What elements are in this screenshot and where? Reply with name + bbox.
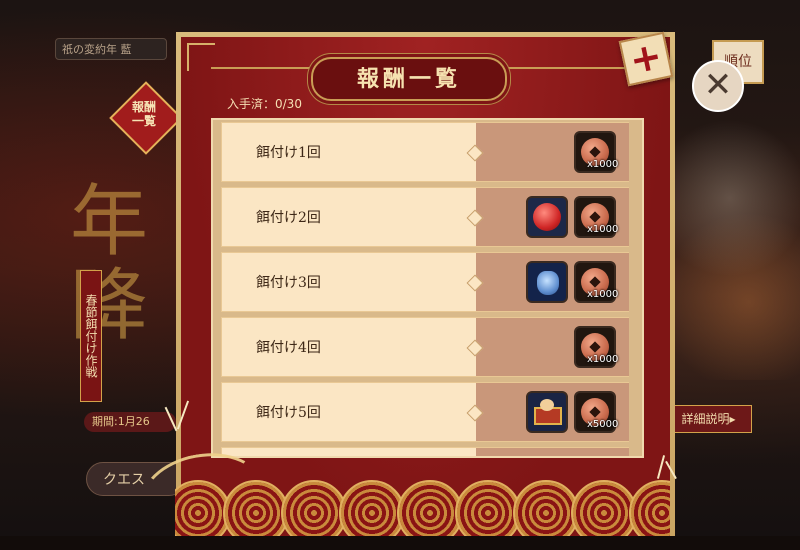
wave-ornament — [281, 480, 347, 536]
event-period-label: 期間:1月26 — [84, 412, 176, 432]
event-name-pill: 祇の変約年 藍 — [55, 38, 167, 60]
wave-ornament — [339, 480, 405, 536]
event-subtitle-banner: 春節餌付け作戦 — [80, 270, 102, 402]
blue-bag-icon[interactable] — [526, 261, 568, 303]
item-quantity: x1000 — [587, 159, 619, 170]
reward-row — [221, 447, 629, 458]
reward-row: 餌付け4回 x1000 — [221, 317, 629, 377]
close-icon: + — [625, 33, 666, 83]
wave-ornament — [629, 480, 670, 536]
wave-ornament — [571, 480, 637, 536]
reward-items: x1000 — [476, 123, 629, 181]
item-quantity: x5000 — [587, 419, 619, 430]
obtained-counter: 入手済：0/30 — [227, 97, 302, 111]
modal-body: 報酬一覧 入手済：0/30 餌付け1回 x1000 餌付け2回 x1000 餌付… — [181, 37, 670, 536]
reward-row-label: 餌付け4回 — [256, 340, 321, 356]
reward-row-label: 餌付け2回 — [256, 210, 321, 226]
reward-items: x1000 — [476, 318, 629, 376]
item-quantity: x1000 — [587, 289, 619, 300]
wave-ornament — [513, 480, 579, 536]
character-chest-icon[interactable] — [526, 391, 568, 433]
reward-row: 餌付け2回 x1000 — [221, 187, 629, 247]
reward-row: 餌付け1回 x1000 — [221, 122, 629, 182]
event-title-char-1: 年 — [70, 177, 149, 267]
reward-items: x1000 — [476, 188, 629, 246]
background-close-icon[interactable]: ✕ — [692, 60, 744, 112]
details-button[interactable]: 詳細説明▸ — [665, 405, 752, 433]
reward-items: x1000 — [476, 253, 629, 311]
reward-row-label: 餌付け5回 — [256, 405, 321, 421]
red-orb-icon[interactable] — [526, 196, 568, 238]
reward-row-label: 餌付け3回 — [256, 275, 321, 291]
wave-ornament — [397, 480, 463, 536]
item-quantity: x1000 — [587, 224, 619, 235]
reward-row: 餌付け3回 x1000 — [221, 252, 629, 312]
wave-ornament — [455, 480, 521, 536]
reward-items — [476, 448, 629, 458]
reward-list[interactable]: 餌付け1回 x1000 餌付け2回 x1000 餌付け3回 x1000 餌付け4… — [211, 118, 644, 458]
reward-row-label: 餌付け1回 — [256, 145, 321, 161]
modal-title: 報酬一覧 — [311, 57, 507, 101]
copper-coin-icon[interactable] — [574, 456, 616, 458]
character-art — [672, 120, 800, 380]
reward-items: x5000 — [476, 383, 629, 441]
item-quantity: x1000 — [587, 354, 619, 365]
reward-row: 餌付け5回 x5000 — [221, 382, 629, 442]
reward-list-modal: 報酬一覧 入手済：0/30 餌付け1回 x1000 餌付け2回 x1000 餌付… — [176, 32, 675, 536]
reward-list-tag-label: 報酬 一覧 — [131, 100, 156, 128]
modal-close-button[interactable]: + — [618, 31, 674, 87]
